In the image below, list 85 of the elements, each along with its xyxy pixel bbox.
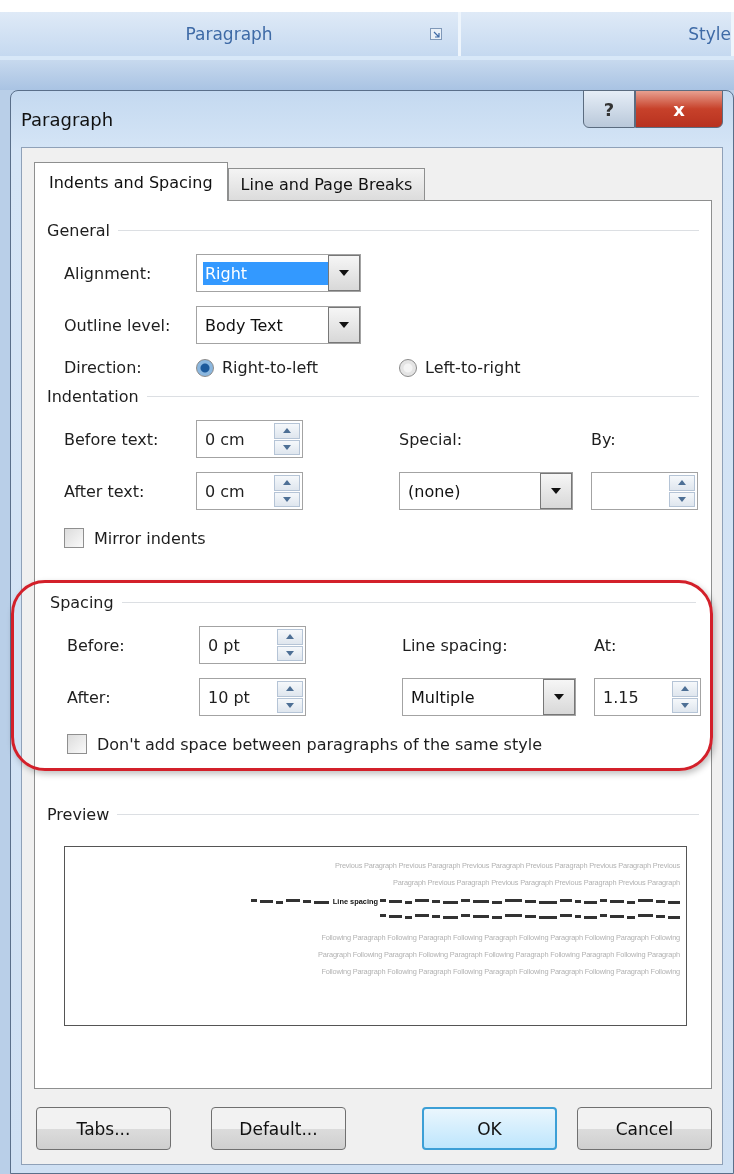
window-title: Paragraph	[21, 108, 114, 130]
spin-value: 10 pt	[208, 687, 250, 707]
field-label: Before text:	[64, 429, 160, 449]
dropdown-value: Body Text	[204, 314, 284, 337]
dropdown-button[interactable]	[540, 473, 572, 509]
dropdown-button[interactable]	[328, 255, 360, 291]
spin-up-button[interactable]	[274, 475, 300, 491]
dialog-button[interactable]: Tabs...	[36, 1107, 171, 1150]
radio-label: Left-to-right	[425, 358, 521, 377]
ribbon-group-label: Style	[688, 24, 731, 44]
dropdown-value: (none)	[407, 480, 462, 503]
dialog-button[interactable]: Default...	[211, 1107, 346, 1150]
down-arrow-icon	[681, 702, 689, 708]
spin-value: 1.15	[603, 687, 639, 707]
spin-down-button[interactable]	[669, 491, 695, 507]
spin-up-button[interactable]	[672, 681, 698, 697]
spin-up-button[interactable]	[277, 629, 303, 645]
radio-button[interactable]	[399, 358, 417, 377]
dropdown-arrow-icon	[551, 488, 561, 494]
field-label: Outline level:	[64, 315, 172, 335]
checkbox-label: Mirror indents	[94, 528, 206, 548]
dropdown-arrow-icon	[554, 694, 564, 700]
checkbox-label: Don't add space between paragraphs of the same style	[97, 734, 542, 754]
spin-field[interactable]: 1.15	[594, 678, 701, 716]
dropdown-arrow-icon	[339, 322, 349, 328]
up-arrow-icon	[286, 686, 294, 692]
dropdown-arrow-icon	[339, 270, 349, 276]
close-button[interactable]: x	[635, 90, 723, 128]
spin-value: 0 pt	[208, 635, 240, 655]
spin-up-button[interactable]	[274, 423, 300, 439]
dropdown-value: Right	[203, 261, 328, 285]
field-label: Special:	[399, 429, 464, 449]
spin-down-button[interactable]	[274, 439, 300, 455]
radio-label: Right-to-left	[222, 358, 318, 377]
field-label: At:	[594, 635, 618, 655]
down-arrow-icon	[283, 496, 291, 502]
field-label: Line spacing:	[402, 635, 509, 655]
radio-button[interactable]	[196, 358, 214, 377]
field-label: Before:	[67, 635, 126, 655]
field-label: By:	[591, 429, 617, 449]
spin-up-button[interactable]	[669, 475, 695, 491]
spin-down-button[interactable]	[274, 491, 300, 507]
down-arrow-icon	[678, 496, 686, 502]
spin-field[interactable]: 0 cm	[196, 420, 303, 458]
dropdown[interactable]: Body Text	[196, 306, 361, 344]
dropdown-button[interactable]	[543, 679, 575, 715]
down-arrow-icon	[283, 444, 291, 450]
ribbon-group-label: Paragraph	[185, 24, 273, 44]
field-label: After text:	[64, 481, 146, 501]
spin-down-button[interactable]	[672, 697, 698, 713]
up-arrow-icon	[283, 428, 291, 434]
dropdown[interactable]: Multiple	[402, 678, 576, 716]
up-arrow-icon	[283, 480, 291, 486]
spin-down-button[interactable]	[277, 645, 303, 661]
help-button[interactable]: ?	[583, 90, 635, 128]
spin-value: 0 cm	[205, 429, 245, 449]
field-label: After:	[67, 687, 112, 707]
section-heading: Preview	[47, 805, 110, 824]
spin-down-button[interactable]	[277, 697, 303, 713]
up-arrow-icon	[678, 480, 686, 486]
dialog-launcher-icon[interactable]	[430, 28, 443, 40]
tab[interactable]: Indents and Spacing	[34, 162, 228, 201]
spin-value: 0 cm	[205, 481, 245, 501]
down-arrow-icon	[286, 650, 294, 656]
spin-field[interactable]: 0 cm	[196, 472, 303, 510]
field-label: Direction:	[64, 358, 143, 377]
dropdown[interactable]: (none)	[399, 472, 573, 510]
spin-field[interactable]: 0 pt	[199, 626, 306, 664]
field-label: Alignment:	[64, 263, 153, 283]
checkbox[interactable]	[67, 734, 87, 754]
spin-field[interactable]	[591, 472, 698, 510]
checkbox[interactable]	[64, 528, 84, 548]
dropdown-value: Multiple	[410, 686, 476, 709]
spin-field[interactable]: 10 pt	[199, 678, 306, 716]
section-heading: Spacing	[50, 593, 114, 612]
down-arrow-icon	[286, 702, 294, 708]
section-heading: Indentation	[47, 387, 139, 406]
dropdown-button[interactable]	[328, 307, 360, 343]
dialog-button[interactable]: OK	[422, 1107, 557, 1150]
up-arrow-icon	[681, 686, 689, 692]
section-heading: General	[47, 221, 111, 240]
tab[interactable]: Line and Page Breaks	[227, 168, 426, 200]
dialog-button[interactable]: Cancel	[577, 1107, 712, 1150]
spin-up-button[interactable]	[277, 681, 303, 697]
up-arrow-icon	[286, 634, 294, 640]
